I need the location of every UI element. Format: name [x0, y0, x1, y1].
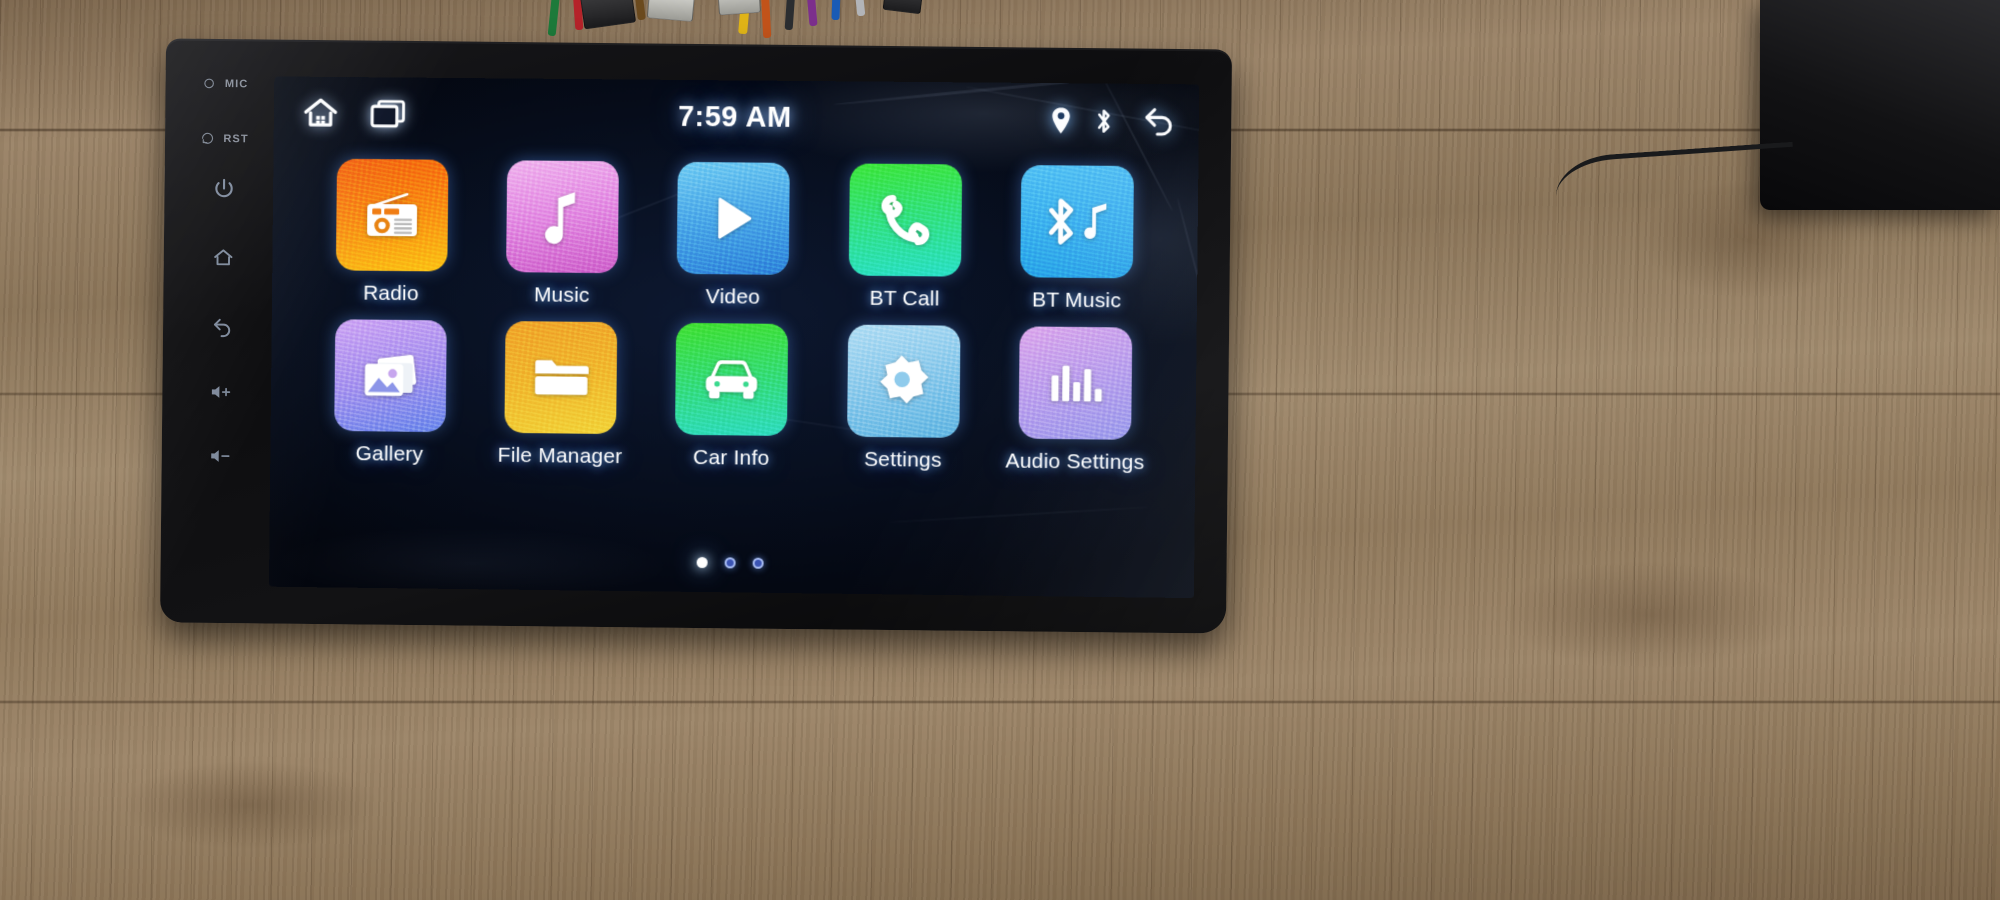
radio-icon [366, 189, 417, 237]
volume-up-icon [211, 386, 230, 398]
bezel-reset-button[interactable]: RST [199, 130, 249, 148]
bezel-volume-down-button[interactable] [208, 446, 233, 466]
car-head-unit: MIC RST 7:59 AM Radio Music Video BT Cal… [159, 38, 1233, 634]
photos-icon [364, 354, 417, 397]
bluetooth-icon[interactable] [1093, 106, 1114, 135]
equalizer-icon [1051, 365, 1103, 402]
page-dot-2[interactable] [724, 557, 736, 569]
dark-device-right [1760, 0, 2000, 210]
app-tile-settings[interactable]: Settings [817, 324, 990, 473]
home-icon[interactable] [302, 95, 340, 133]
folder-icon [535, 360, 590, 396]
status-bar: 7:59 AM [274, 76, 1200, 158]
touchscreen-display[interactable]: 7:59 AM Radio Music Video BT Call BT Mus… [268, 76, 1200, 599]
app-tile-gallery[interactable]: Gallery [304, 319, 476, 467]
app-tile-music[interactable]: Music [476, 160, 648, 308]
car-icon [706, 360, 758, 399]
status-bar-left-icons [302, 95, 408, 134]
app-label: Video [705, 285, 761, 309]
app-label: Gallery [355, 442, 424, 466]
music-note-icon [546, 192, 576, 245]
app-label: BT Music [1031, 288, 1122, 313]
app-tile-radio[interactable]: Radio [306, 158, 478, 306]
bezel-mic-label: MIC [224, 77, 249, 90]
app-tile-car-info[interactable]: Car Info [645, 322, 818, 471]
gear-icon [879, 355, 929, 404]
recent-apps-icon[interactable] [369, 97, 407, 131]
status-bar-right-icons [1049, 104, 1177, 137]
back-arrow-icon[interactable] [1140, 105, 1177, 137]
bezel-button-column: MIC RST [183, 69, 261, 490]
bezel-volume-up-button[interactable] [209, 382, 234, 402]
mic-indicator-icon [204, 78, 215, 89]
bezel-mic-indicator: MIC [201, 75, 249, 92]
page-indicator [269, 552, 1194, 574]
app-label: Music [533, 283, 590, 307]
app-label: Audio Settings [1005, 449, 1145, 475]
app-label: File Manager [497, 443, 623, 469]
bezel-home-button[interactable] [211, 246, 234, 269]
app-tile-file-manager[interactable]: File Manager [475, 321, 647, 470]
app-tile-video[interactable]: Video [647, 161, 820, 311]
app-label: Car Info [692, 445, 770, 470]
bezel-reset-label: RST [223, 132, 249, 145]
power-icon [214, 178, 233, 198]
volume-down-icon [210, 450, 230, 462]
page-dot-1[interactable] [696, 556, 708, 569]
app-tile-audio-settings[interactable]: Audio Settings [989, 326, 1163, 475]
app-label: Settings [863, 447, 942, 472]
bluetooth-music-icon [1041, 193, 1107, 250]
home-icon [213, 249, 232, 266]
bezel-back-button[interactable] [210, 315, 233, 338]
app-tile-bt-music[interactable]: BT Music [990, 165, 1164, 314]
app-grid: Radio Music Video BT Call BT Music Galle… [270, 158, 1198, 476]
bezel-power-button[interactable] [212, 177, 235, 200]
play-icon [718, 197, 752, 239]
location-pin-icon[interactable] [1049, 106, 1073, 135]
app-label: BT Call [869, 286, 940, 311]
reset-icon [202, 132, 214, 144]
back-arrow-icon [213, 318, 230, 338]
app-tile-bt-call[interactable]: BT Call [819, 163, 992, 312]
page-dot-3[interactable] [752, 557, 764, 569]
phone-handset-icon [878, 193, 933, 248]
app-label: Radio [363, 281, 419, 306]
